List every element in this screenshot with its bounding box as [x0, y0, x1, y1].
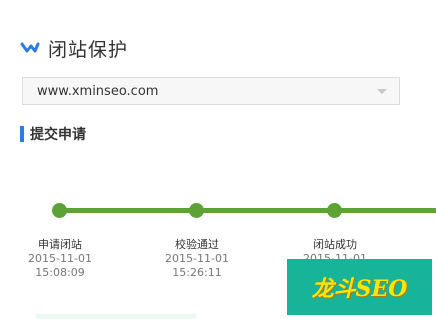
progress-track [60, 208, 436, 213]
step-name: 校验通过 [175, 238, 219, 251]
site-select-value: www.xminseo.com [37, 83, 159, 99]
watermark-text: 龙斗SEO [311, 276, 408, 302]
step-dot-2 [189, 203, 204, 218]
section-title: 提交申请 [30, 127, 86, 143]
section-accent-bar [20, 126, 24, 142]
step-verified: 校验通过 2015-11-01 15:26:11 [142, 238, 252, 280]
step-date: 2015-11-01 [165, 252, 229, 265]
faint-strip [36, 314, 196, 319]
step-name: 申请闭站 [38, 238, 82, 251]
step-dot-3 [327, 203, 342, 218]
dropdown-caret-icon[interactable] [377, 89, 387, 94]
step-date: 2015-11-01 [28, 252, 92, 265]
chevron-down-icon [20, 42, 40, 53]
step-apply: 申请闭站 2015-11-01 15:08:09 [5, 238, 115, 280]
step-name: 闭站成功 [313, 238, 357, 251]
section-heading: 提交申请 [20, 125, 86, 143]
step-dot-1 [52, 203, 67, 218]
page-title: 闭站保护 [48, 38, 129, 61]
page-header: 闭站保护 [20, 34, 128, 62]
step-time: 15:08:09 [35, 266, 85, 279]
site-select[interactable]: www.xminseo.com [22, 77, 400, 105]
watermark-logo: 龙斗SEO [287, 259, 432, 315]
step-time: 15:26:11 [172, 266, 222, 279]
